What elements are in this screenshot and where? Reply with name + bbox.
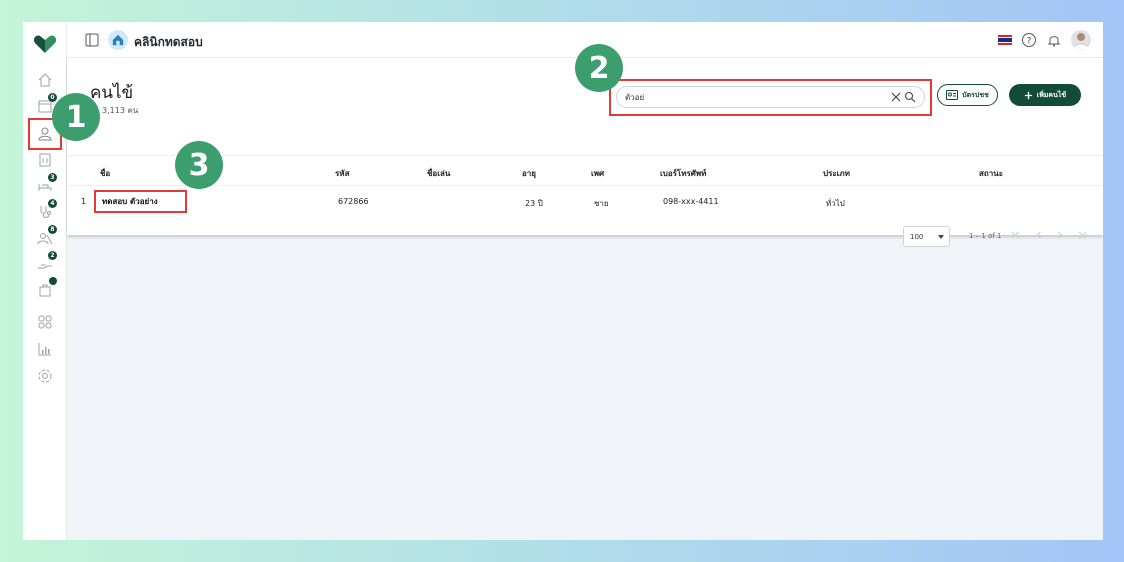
doctor-avatar-icon — [1072, 33, 1090, 50]
plus-icon — [1024, 91, 1032, 99]
sidebar-item-pharmacy[interactable] — [35, 277, 57, 300]
patient-code: 672866 — [338, 197, 369, 206]
sidebar-item-payment[interactable]: 2 — [35, 251, 57, 274]
badge: 2 — [48, 251, 57, 260]
id-card-button-label: บัตรปชช — [962, 90, 989, 99]
heart-logo-icon[interactable] — [33, 34, 57, 54]
apps-grid-icon — [38, 315, 52, 329]
document-icon — [39, 153, 51, 167]
clinic-name: คลินิกทดสอบ — [134, 35, 203, 49]
row-index: 1 — [81, 197, 87, 206]
top-bar-actions: ? — [998, 30, 1091, 50]
sidebar-item-settings[interactable] — [35, 366, 55, 386]
patient-gender: ชาย — [594, 199, 609, 208]
first-page-icon[interactable] — [1011, 230, 1021, 240]
page-size-value: 100 — [910, 232, 924, 241]
sidebar-item-reports[interactable] — [35, 339, 55, 359]
thai-flag-icon[interactable] — [998, 35, 1012, 46]
column-header-code[interactable]: รหัส — [335, 167, 349, 180]
sidebar-item-apps[interactable] — [35, 312, 55, 332]
patient-name-link[interactable]: ทดสอบ ตัวอย่าง — [94, 190, 187, 213]
id-card-icon — [946, 90, 959, 100]
patient-count: 3,113 คน — [102, 106, 139, 115]
home-icon — [38, 73, 52, 87]
page-title: คนไข้ — [90, 83, 134, 103]
app-window: 0 3 4 8 2 คลินิกทดสอบ ? คนไข้ 3,113 คน ต… — [23, 22, 1103, 540]
column-header-type[interactable]: ประเภท — [823, 167, 850, 180]
bell-icon[interactable] — [1046, 32, 1062, 48]
patient-type: ทั่วไป — [826, 199, 845, 208]
next-page-icon[interactable] — [1055, 230, 1065, 240]
badge: 0 — [48, 93, 57, 102]
search-input[interactable] — [625, 90, 885, 105]
sidebar-item-queue[interactable]: 8 — [35, 225, 57, 248]
column-header-name[interactable]: ชื่อ — [100, 167, 110, 180]
person-icon — [38, 127, 52, 141]
close-icon[interactable] — [890, 91, 902, 103]
id-card-button[interactable]: บัตรปชช — [937, 84, 998, 106]
column-header-nickname[interactable]: ชื่อเล่น — [427, 167, 450, 180]
step-marker-3: 3 — [175, 141, 223, 189]
patient-age: 23 ปี — [525, 199, 543, 208]
bar-chart-icon — [38, 343, 51, 356]
svg-text:?: ? — [1027, 37, 1032, 47]
column-header-age[interactable]: อายุ — [522, 167, 536, 180]
search-box — [616, 86, 925, 108]
add-patient-button[interactable]: เพิ่มคนไข้ — [1009, 84, 1081, 106]
badge — [49, 277, 57, 285]
sidebar-item-home[interactable] — [35, 70, 55, 90]
previous-page-icon[interactable] — [1034, 230, 1044, 240]
help-icon[interactable]: ? — [1021, 32, 1037, 48]
badge: 4 — [48, 199, 57, 208]
table-row[interactable]: 1 ทดสอบ ตัวอย่าง 672866 23 ปี ชาย 098-xx… — [67, 186, 1103, 218]
patient-phone: 098-xxx-4411 — [663, 197, 719, 206]
sidebar-toggle-icon[interactable] — [85, 33, 99, 47]
gear-icon — [38, 369, 52, 383]
badge: 3 — [48, 173, 57, 182]
sidebar-item-beds[interactable]: 3 — [35, 173, 57, 196]
sidebar-item-treatment[interactable]: 4 — [35, 199, 57, 222]
column-header-status[interactable]: สถานะ — [979, 167, 1003, 180]
column-header-gender[interactable]: เพศ — [591, 167, 604, 180]
column-header-phone[interactable]: เบอร์โทรศัพท์ — [660, 167, 706, 180]
house-icon — [112, 34, 124, 46]
last-page-icon[interactable] — [1077, 230, 1087, 240]
add-patient-button-label: เพิ่มคนไข้ — [1036, 90, 1067, 99]
step-marker-2: 2 — [575, 44, 623, 92]
page-size-select[interactable]: 100 — [903, 226, 950, 247]
step-marker-1: 1 — [52, 93, 100, 141]
clinic-logo — [108, 30, 128, 50]
badge: 8 — [48, 225, 57, 234]
search-highlight — [609, 79, 932, 116]
caret-down-icon — [938, 235, 944, 239]
patient-name: ทดสอบ ตัวอย่าง — [102, 197, 158, 206]
avatar[interactable] — [1071, 30, 1091, 50]
sidebar-item-records[interactable] — [35, 150, 55, 170]
search-icon[interactable] — [904, 91, 916, 103]
pagination-range: 1 – 1 of 1 — [969, 232, 1002, 240]
